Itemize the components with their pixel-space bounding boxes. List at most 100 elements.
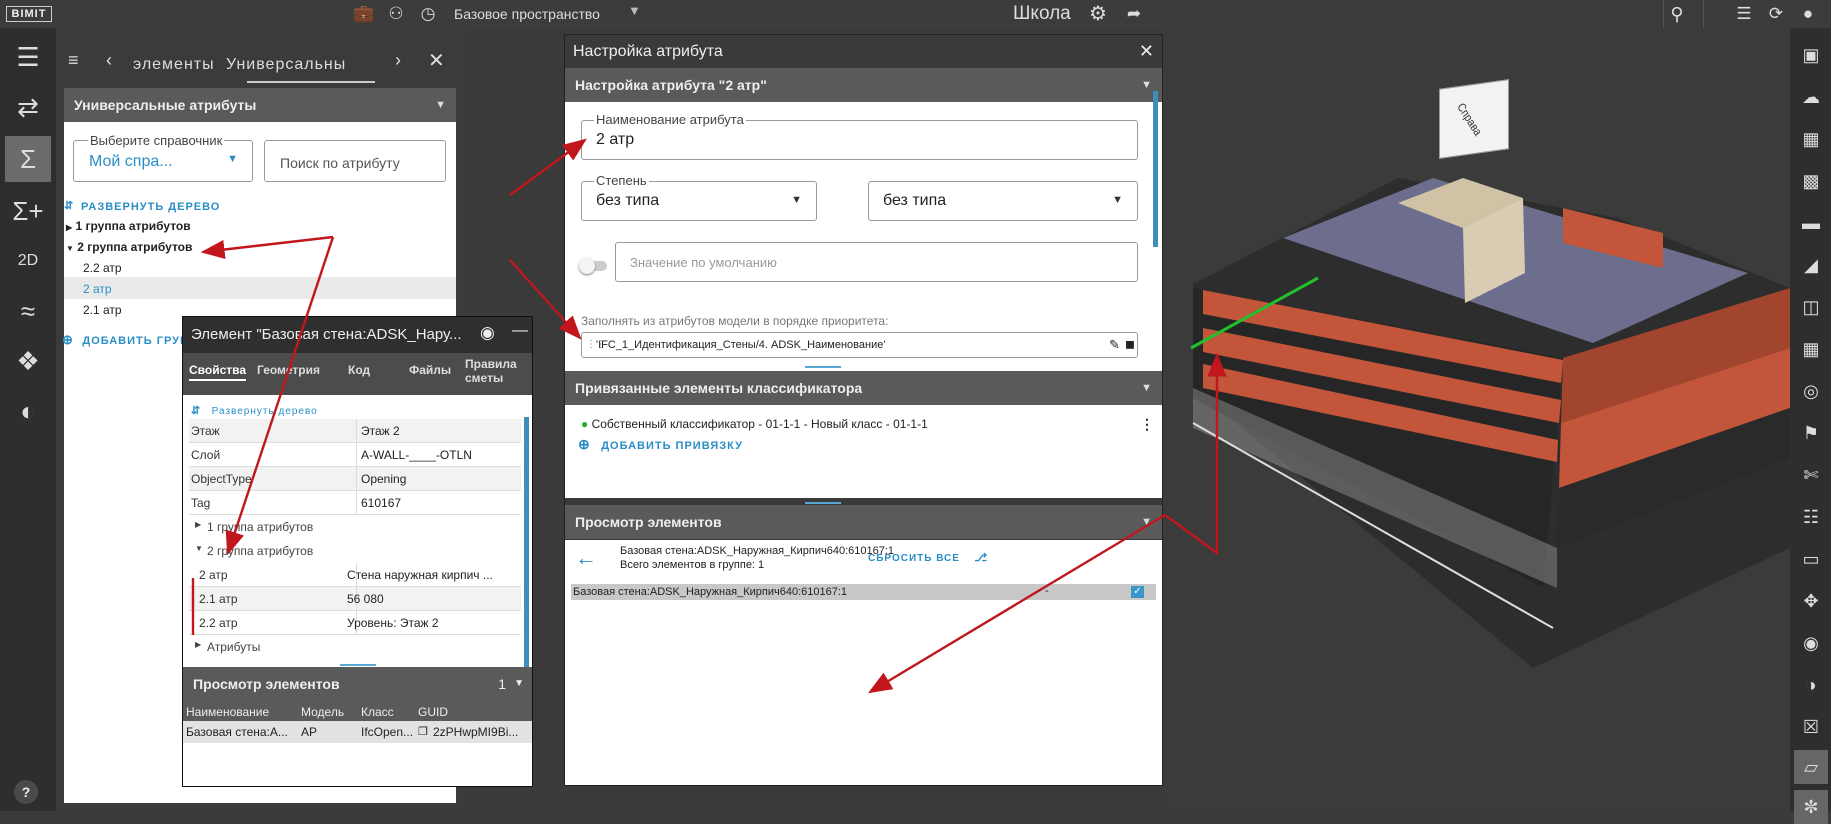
3d-box-icon[interactable]: ▱ <box>1794 750 1828 784</box>
chevron-down-icon[interactable]: ▼ <box>514 667 524 701</box>
eye-icon[interactable]: ◉ <box>480 323 495 343</box>
attribute-search-input[interactable]: Поиск по атрибуту <box>264 140 446 182</box>
tree-item-2[interactable]: 2 атр <box>83 282 112 296</box>
users-icon[interactable]: ⚇ <box>385 3 407 25</box>
expand-tree-link[interactable]: РАЗВЕРНУТЬ ДЕРЕВО <box>81 201 220 213</box>
clock-icon[interactable]: ◷ <box>417 3 439 25</box>
close-icon[interactable]: ✕ <box>428 48 445 73</box>
tab-estimate-rules[interactable]: Правила сметы <box>465 357 525 385</box>
resize-handle[interactable] <box>340 664 376 666</box>
chevron-down-icon[interactable]: ▼ <box>1141 505 1152 539</box>
tree-item-2-2[interactable]: 2.2 атр <box>83 261 122 275</box>
target-icon[interactable]: ◎ <box>1794 374 1828 408</box>
help-icon[interactable]: ? <box>14 780 38 804</box>
box-x-icon[interactable]: ☒ <box>1794 710 1828 744</box>
panel-header[interactable]: Универсальные атрибуты ▼ <box>64 88 456 122</box>
sigma-plus-icon[interactable]: Σ+ <box>5 188 51 234</box>
eye-off-icon[interactable]: ◑ <box>1794 668 1828 702</box>
chevron-down-icon[interactable]: ▼ <box>1141 371 1152 405</box>
resize-handle[interactable] <box>805 502 841 504</box>
expand-icon[interactable]: ⇵ <box>64 199 74 212</box>
search-icon[interactable]: ⚲ <box>1666 3 1688 25</box>
attributes-row[interactable]: ▶ Атрибуты <box>189 635 521 659</box>
list-icon[interactable]: ☰ <box>1733 3 1755 25</box>
view-table-row[interactable]: Базовая стена:ADSK_Наружная_Кирпич640:61… <box>571 584 1156 600</box>
column-header[interactable]: Модель <box>301 705 344 719</box>
tab-code[interactable]: Код <box>348 363 370 377</box>
user-icon[interactable]: ● <box>1797 3 1819 25</box>
attr-group-1-row[interactable]: ▶ 1 группа атрибутов <box>189 515 521 539</box>
chevron-down-icon[interactable]: ▼ <box>791 194 802 206</box>
tree-group-2[interactable]: ▼ 2 группа атрибутов <box>66 240 192 254</box>
2d-icon[interactable]: 2D <box>5 238 51 284</box>
expand-tree-link[interactable]: Развернуть дерево <box>212 406 318 417</box>
default-value-toggle[interactable] <box>579 258 607 274</box>
chevron-down-icon[interactable]: ▼ <box>1141 68 1152 102</box>
orbit-icon[interactable]: ✼ <box>1794 790 1828 824</box>
gauge-icon[interactable]: ◐ <box>5 388 51 434</box>
copy-icon[interactable]: ❐ <box>418 725 428 738</box>
scrollbar-thumb[interactable] <box>524 417 529 667</box>
chevron-right-icon[interactable]: › <box>395 50 401 71</box>
tab-universal[interactable]: Универсальны <box>226 56 346 74</box>
type-select[interactable]: без типа ▼ <box>868 181 1138 221</box>
cube-icon[interactable]: ▭ <box>1794 542 1828 576</box>
filter-off-icon[interactable]: ⎇ <box>974 552 988 564</box>
column-header[interactable]: Наименование <box>186 705 269 719</box>
tab-files[interactable]: Файлы <box>409 363 451 377</box>
fill-source-item[interactable]: ⋮⋮ 'IFC_1_Идентификация_Стены/4. ADSK_На… <box>581 332 1138 358</box>
chevron-left-icon[interactable]: ‹ <box>106 50 112 71</box>
more-vert-icon[interactable]: ⋮ <box>1140 416 1154 433</box>
share-icon[interactable]: ➦ <box>1123 3 1145 25</box>
arrow-back-icon[interactable]: ← <box>575 545 597 571</box>
close-icon[interactable]: ✕ <box>1139 35 1154 68</box>
workspace-selector[interactable]: Базовое пространство <box>454 6 600 22</box>
default-value-input[interactable]: Значение по умолчанию <box>615 242 1138 282</box>
sync-icon[interactable]: ⟳ <box>1765 3 1787 25</box>
tree-group-1[interactable]: ▶ 1 группа атрибутов <box>66 219 191 233</box>
scrollbar-thumb[interactable] <box>1153 91 1158 247</box>
menu-icon[interactable]: ≡ <box>68 50 79 71</box>
explode-icon[interactable]: ✥ <box>1794 584 1828 618</box>
zoom-box-icon[interactable]: ▦ <box>1794 122 1828 156</box>
cloud-upload-icon[interactable]: ☁ <box>1794 80 1828 114</box>
chevron-right-icon[interactable]: ▶ <box>195 640 201 649</box>
ruler-icon[interactable]: ▬ <box>1794 206 1828 240</box>
chevron-down-icon[interactable]: ▼ <box>227 153 238 165</box>
section-classifier-header[interactable]: Привязанные элементы классификатора ▼ <box>565 371 1162 405</box>
tree-item-2-1[interactable]: 2.1 атр <box>83 303 122 317</box>
element-view-header[interactable]: Просмотр элементов 1 ▼ <box>183 667 532 701</box>
add-binding-row[interactable]: ⊕ ДОБАВИТЬ ПРИВЯЗКУ <box>578 436 743 454</box>
edit-icon[interactable]: ✎ <box>1109 337 1120 353</box>
column-header[interactable]: Класс <box>361 705 394 719</box>
sigma-icon[interactable]: Σ <box>5 136 51 182</box>
eye-icon[interactable]: ◉ <box>1794 626 1828 660</box>
add-binding-link[interactable]: ДОБАВИТЬ ПРИВЯЗКУ <box>601 440 743 452</box>
degree-select[interactable]: Степень без типа ▼ <box>581 173 817 221</box>
chevron-right-icon[interactable]: ▶ <box>195 520 201 529</box>
view-cube[interactable]: Справа <box>1439 79 1509 159</box>
layout-icon[interactable]: ▦ <box>1794 332 1828 366</box>
chevron-down-icon[interactable]: ▼ <box>1112 194 1123 206</box>
section-box-icon[interactable]: ▩ <box>1794 164 1828 198</box>
gear-icon[interactable]: ⚙ <box>1087 3 1109 25</box>
trash-icon[interactable]: ◼ <box>1125 337 1135 351</box>
chevron-down-icon[interactable]: ▼ <box>195 544 203 553</box>
coordinates-icon[interactable]: ✄ <box>1794 458 1828 492</box>
chevron-down-icon[interactable]: ▼ <box>435 88 446 122</box>
plane-cut-icon[interactable]: ◢ <box>1794 248 1828 282</box>
expand-tree-row[interactable]: ⇵ Развернуть дерево <box>191 401 318 419</box>
tab-geometry[interactable]: Геометрия <box>257 363 320 377</box>
chevron-down-icon[interactable]: ▼ <box>628 3 641 18</box>
shuffle-icon[interactable]: ⇄ <box>5 84 51 130</box>
reset-all-row[interactable]: СБРОСИТЬ ВСЕ ⎇ <box>868 548 988 566</box>
chart-lines-icon[interactable]: ≈ <box>5 288 51 334</box>
section-view-header[interactable]: Просмотр элементов ▼ <box>565 505 1162 539</box>
attribute-name-field[interactable]: Наименование атрибута 2 атр <box>581 112 1138 160</box>
grid-icon[interactable]: ☷ <box>1794 500 1828 534</box>
3d-viewport[interactable]: Справа <box>1163 28 1790 811</box>
puzzle-icon[interactable]: ❖ <box>5 338 51 384</box>
column-header[interactable]: GUID <box>418 705 448 719</box>
reset-all-link[interactable]: СБРОСИТЬ ВСЕ <box>868 553 960 564</box>
split-view-icon[interactable]: ◫ <box>1794 290 1828 324</box>
